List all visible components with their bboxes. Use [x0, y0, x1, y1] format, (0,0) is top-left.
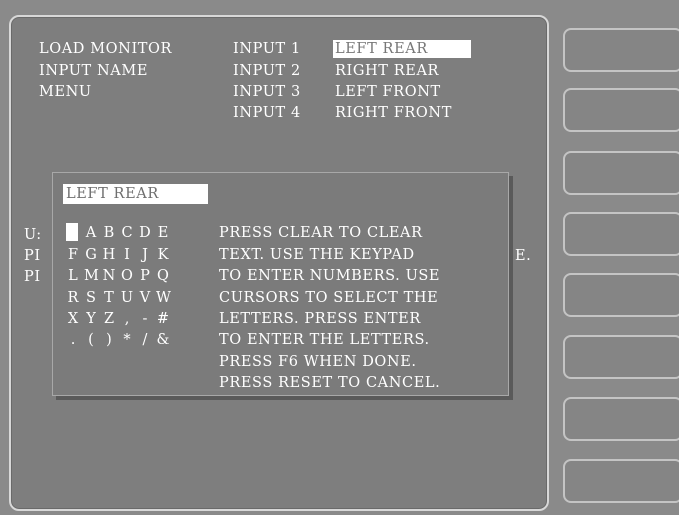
instruction-line-2: TEXT. USE THE KEYPAD	[219, 247, 415, 263]
hidden-text-fragment-2: PI	[24, 248, 41, 264]
menu-title-line-2: INPUT NAME	[39, 63, 149, 79]
text-entry-field[interactable]: LEFT REAR	[63, 184, 208, 204]
key-3-0[interactable]: R	[66, 289, 80, 307]
key-2-3[interactable]: O	[120, 267, 134, 285]
key-3-3[interactable]: U	[120, 289, 134, 307]
softkey-3[interactable]	[563, 151, 679, 195]
key-1-4[interactable]: J	[138, 246, 152, 264]
softkey-7[interactable]	[563, 397, 679, 441]
key-2-2[interactable]: N	[102, 267, 116, 285]
instruction-line-3: TO ENTER NUMBERS. USE	[219, 268, 441, 284]
key-0-4[interactable]: E	[156, 224, 170, 242]
softkey-2[interactable]	[563, 88, 679, 132]
key-0-2[interactable]: C	[120, 224, 134, 242]
input-2-label: INPUT 2	[233, 63, 301, 79]
instruction-line-7: PRESS F6 WHEN DONE.	[219, 354, 417, 370]
softkey-6[interactable]	[563, 335, 679, 379]
key-0-0[interactable]: A	[84, 224, 98, 242]
input-3-name[interactable]: LEFT FRONT	[335, 83, 441, 101]
key-4-0[interactable]: X	[66, 310, 80, 328]
key-1-0[interactable]: F	[66, 246, 80, 264]
key-2-0[interactable]: L	[66, 267, 80, 285]
key-5-5[interactable]: &	[156, 331, 170, 349]
key-5-4[interactable]: /	[138, 331, 152, 349]
menu-title-line-3: MENU	[39, 84, 92, 100]
hidden-text-fragment-1: U:	[24, 227, 42, 243]
key-2-4[interactable]: P	[138, 267, 152, 285]
softkey-5[interactable]	[563, 273, 679, 317]
softkey-8[interactable]	[563, 459, 679, 503]
instruction-line-1: PRESS CLEAR TO CLEAR	[219, 225, 423, 241]
menu-title-line-1: LOAD MONITOR	[39, 41, 173, 57]
input-4-label: INPUT 4	[233, 105, 301, 121]
key-4-1[interactable]: Y	[84, 310, 98, 328]
key-0-1[interactable]: B	[102, 224, 116, 242]
input-4-name[interactable]: RIGHT FRONT	[335, 104, 452, 122]
hidden-text-fragment-3: PI	[24, 269, 41, 285]
key-5-1[interactable]: (	[84, 331, 98, 349]
input-3-label: INPUT 3	[233, 84, 301, 100]
key-5-0[interactable]: .	[66, 331, 80, 349]
key-3-1[interactable]: S	[84, 289, 98, 307]
key-5-2[interactable]: )	[102, 331, 116, 349]
softkey-4[interactable]	[563, 212, 679, 256]
instruction-line-6: TO ENTER THE LETTERS.	[219, 332, 430, 348]
key-0-3[interactable]: D	[138, 224, 152, 242]
key-1-5[interactable]: K	[156, 246, 170, 264]
input-1-name[interactable]: LEFT REAR	[333, 40, 471, 58]
key-1-1[interactable]: G	[84, 246, 98, 264]
softkey-1[interactable]	[563, 28, 679, 72]
instruction-line-4: CURSORS TO SELECT THE	[219, 290, 439, 306]
key-2-5[interactable]: Q	[156, 267, 170, 285]
key-3-2[interactable]: T	[102, 289, 116, 307]
input-1-name-value: LEFT REAR	[333, 40, 471, 58]
hidden-text-fragment-4: E.	[515, 248, 532, 264]
input-2-name[interactable]: RIGHT REAR	[335, 62, 439, 80]
key-3-4[interactable]: V	[138, 289, 152, 307]
key-1-2[interactable]: H	[102, 246, 116, 264]
key-4-5[interactable]: #	[156, 310, 170, 328]
key-5-3[interactable]: *	[120, 331, 134, 349]
keyboard-cursor	[66, 223, 78, 241]
key-2-1[interactable]: M	[84, 267, 99, 285]
instruction-line-5: LETTERS. PRESS ENTER	[219, 311, 421, 327]
input-1-label: INPUT 1	[233, 41, 301, 57]
key-1-3[interactable]: I	[120, 246, 134, 264]
key-4-4[interactable]: -	[138, 310, 152, 328]
key-4-3[interactable]: ,	[120, 310, 134, 328]
instruction-line-8: PRESS RESET TO CANCEL.	[219, 375, 441, 391]
key-4-2[interactable]: Z	[102, 310, 116, 328]
key-3-5[interactable]: W	[156, 289, 171, 307]
